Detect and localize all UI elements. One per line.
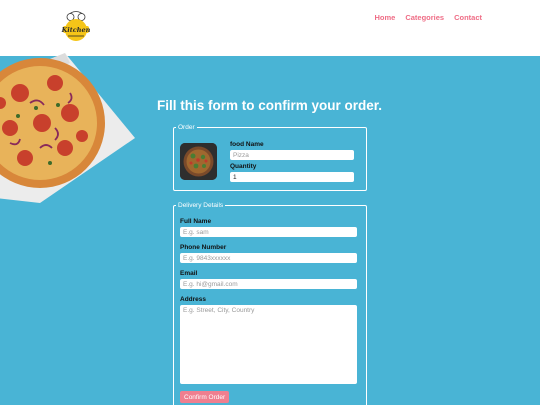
delivery-legend: Delivery Details [178,202,224,209]
full-name-label: Full Name [180,218,212,225]
food-thumbnail [180,143,217,180]
phone-input[interactable] [180,253,357,263]
email-input[interactable] [180,279,357,289]
nav-categories-link[interactable]: Categories [405,13,444,22]
order-fieldset: Order food Name Quantity [173,124,367,191]
phone-label: Phone Number [180,244,227,251]
order-legend: Order [178,124,195,131]
quantity-input[interactable] [230,172,354,182]
address-textarea[interactable] [180,305,357,384]
logo-text: Kitchen [61,26,91,34]
email-label: Email [180,270,198,277]
form-title: Fill this form to confirm your order. [157,98,383,113]
kitchen-logo[interactable]: Kitchen [60,10,92,44]
full-name-input[interactable] [180,227,357,237]
main-nav: Home Categories Contact [374,13,482,22]
nav-contact-link[interactable]: Contact [454,13,482,22]
quantity-label: Quantity [230,163,257,170]
pizza-image [0,48,140,208]
address-label: Address [180,296,207,303]
confirm-order-button[interactable]: Confirm Order [180,391,230,403]
food-name-label: food Name [230,141,264,148]
food-name-input[interactable] [230,150,354,160]
nav-home-link[interactable]: Home [374,13,395,22]
delivery-fieldset: Delivery Details Full Name Phone Number … [173,202,367,405]
